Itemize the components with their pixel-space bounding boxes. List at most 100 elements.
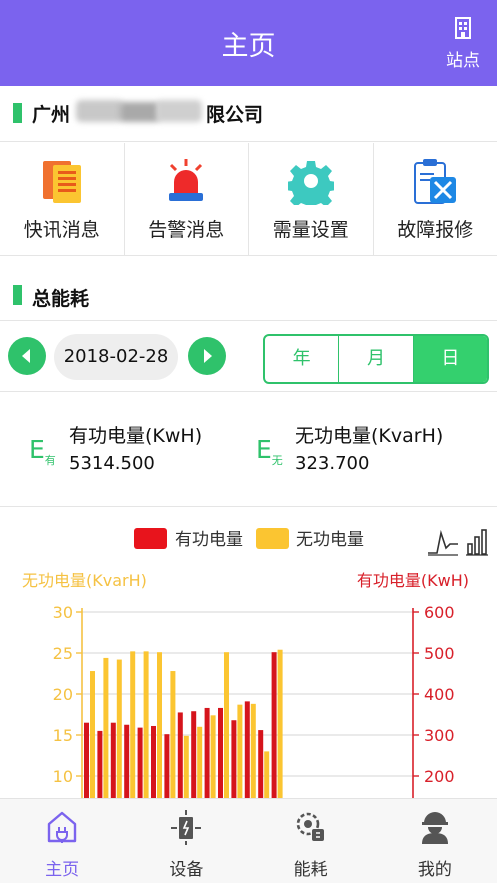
page-title: 主页: [221, 31, 276, 62]
bar-active-energy: [258, 730, 264, 798]
bar-reactive-energy: [116, 659, 122, 798]
bar-reactive-energy: [250, 703, 256, 798]
right-axis-tick-label: 500: [424, 644, 455, 663]
repair-icon: [414, 159, 457, 204]
bar-reactive-energy: [90, 671, 95, 798]
legend-label-active: 有功电量: [175, 530, 243, 550]
right-axis-title: 有功电量(KwH): [357, 571, 469, 590]
right-axis-tick-label: 200: [424, 767, 455, 786]
station-label: 站点: [446, 51, 480, 71]
prev-date-button[interactable]: [8, 337, 46, 375]
tab-device[interactable]: 设备: [124, 799, 248, 883]
tab-profile[interactable]: 我的: [373, 799, 497, 883]
date-picker-row: 2018-02-28 年 月 日: [0, 322, 497, 392]
tab-home[interactable]: 主页: [0, 799, 124, 883]
alarm-icon: [169, 159, 204, 201]
chevron-left-icon: [22, 349, 30, 363]
bookmark-icon: [13, 103, 22, 123]
bar-active-energy: [218, 707, 223, 798]
left-axis-title: 无功电量(KvarH): [22, 571, 147, 590]
redacted-text-mask: [70, 96, 206, 126]
company-name-prefix: 广州: [32, 104, 71, 126]
period-day-tab[interactable]: 日: [413, 336, 487, 382]
reactive-energy-icon-sub: 无: [271, 454, 283, 467]
company-name-suffix: 限公司: [206, 104, 264, 126]
chart-svg: 有功电量 无功电量 无功电量(KvarH) 有功电量(KwH) 30 600 25 5…: [22, 528, 488, 798]
active-energy-icon: E有: [29, 435, 56, 468]
bookmark-icon: [13, 285, 22, 305]
bar-reactive-energy: [143, 651, 149, 798]
reactive-energy-title: 无功电量(KvarH): [295, 425, 444, 447]
reactive-energy-icon-letter: E: [256, 435, 272, 464]
bar-active-energy: [177, 712, 183, 798]
energy-icon: [296, 812, 324, 841]
building-icon: [455, 17, 471, 39]
date-display[interactable]: 2018-02-28: [54, 334, 178, 380]
tab-energy[interactable]: 能耗: [249, 799, 373, 883]
right-axis-tick-label: 400: [424, 685, 455, 704]
tab-home-label: 主页: [45, 860, 80, 880]
profile-icon: [421, 812, 448, 844]
quick-repair-label: 故障报修: [397, 219, 474, 241]
quick-news-label: 快讯消息: [23, 219, 100, 241]
bar-active-energy: [204, 707, 210, 798]
gear-icon: [287, 161, 334, 205]
bar-reactive-energy: [103, 657, 109, 798]
period-month-tab[interactable]: 月: [339, 336, 414, 382]
legend-swatch-reactive: [256, 528, 289, 549]
bar-reactive-energy: [264, 751, 270, 798]
bar-active-energy: [231, 720, 237, 798]
bar-reactive-energy: [183, 735, 189, 798]
bar-active-energy: [271, 652, 277, 798]
quick-repair[interactable]: 故障报修: [374, 143, 497, 255]
left-axis-tick-label: 25: [53, 644, 73, 663]
legend-swatch-active: [134, 528, 167, 549]
total-energy-header: 总能耗: [0, 271, 497, 321]
device-icon: [171, 810, 202, 845]
quick-actions: 快讯消息 告警消息 需量设置 故障报修: [0, 143, 497, 256]
quick-demand-label: 需量设置: [272, 219, 349, 241]
bar-active-energy: [137, 727, 143, 798]
bar-active-energy: [164, 734, 170, 798]
period-year-tab[interactable]: 年: [265, 336, 340, 382]
quick-alarm[interactable]: 告警消息: [125, 143, 249, 255]
bar-reactive-energy: [224, 652, 229, 798]
active-energy-icon-letter: E: [29, 435, 45, 464]
reactive-energy-icon: E无: [256, 435, 283, 468]
left-axis-tick-label: 30: [53, 603, 73, 622]
bar-active-energy: [191, 711, 197, 798]
left-axis-tick-label: 10: [53, 767, 73, 786]
bar-active-energy: [97, 730, 103, 798]
quick-news[interactable]: 快讯消息: [0, 143, 125, 255]
quick-demand-setting[interactable]: 需量设置: [249, 143, 374, 255]
line-chart-icon: [428, 529, 458, 554]
quick-alarm-label: 告警消息: [148, 219, 225, 241]
active-energy-icon-sub: 有: [44, 454, 56, 467]
tab-profile-label: 我的: [417, 860, 452, 880]
right-axis-tick-label: 600: [424, 603, 455, 622]
section-title: 总能耗: [32, 288, 90, 310]
tab-energy-label: 能耗: [293, 860, 328, 880]
chevron-right-icon: [204, 349, 212, 363]
bar-chart-toggle[interactable]: [466, 529, 488, 556]
bottom-tab-bar: 主页 设备 能耗 我的: [0, 798, 497, 883]
tab-device-label: 设备: [169, 860, 204, 880]
energy-chart: 有功电量 无功电量 无功电量(KvarH) 有功电量(KwH) 30 600 25 5…: [0, 508, 497, 798]
bar-active-energy: [151, 725, 156, 798]
bar-reactive-energy: [197, 726, 203, 798]
left-axis-tick-label: 15: [53, 726, 73, 745]
app-header: 主页 站点: [0, 0, 497, 86]
right-axis-tick-label: 300: [424, 726, 455, 745]
bar-active-energy: [84, 722, 89, 798]
station-button[interactable]: 站点: [443, 16, 483, 72]
next-date-button[interactable]: [188, 337, 226, 375]
bar-reactive-energy: [277, 649, 283, 798]
bar-active-energy: [124, 724, 130, 798]
line-chart-toggle[interactable]: [428, 529, 458, 556]
bar-reactive-energy: [157, 652, 162, 798]
bar-reactive-energy: [170, 671, 176, 798]
bar-reactive-energy: [237, 704, 243, 798]
bar-reactive-energy: [130, 651, 136, 798]
company-row[interactable]: 广州 限公司: [0, 86, 497, 142]
bar-active-energy: [244, 701, 250, 798]
